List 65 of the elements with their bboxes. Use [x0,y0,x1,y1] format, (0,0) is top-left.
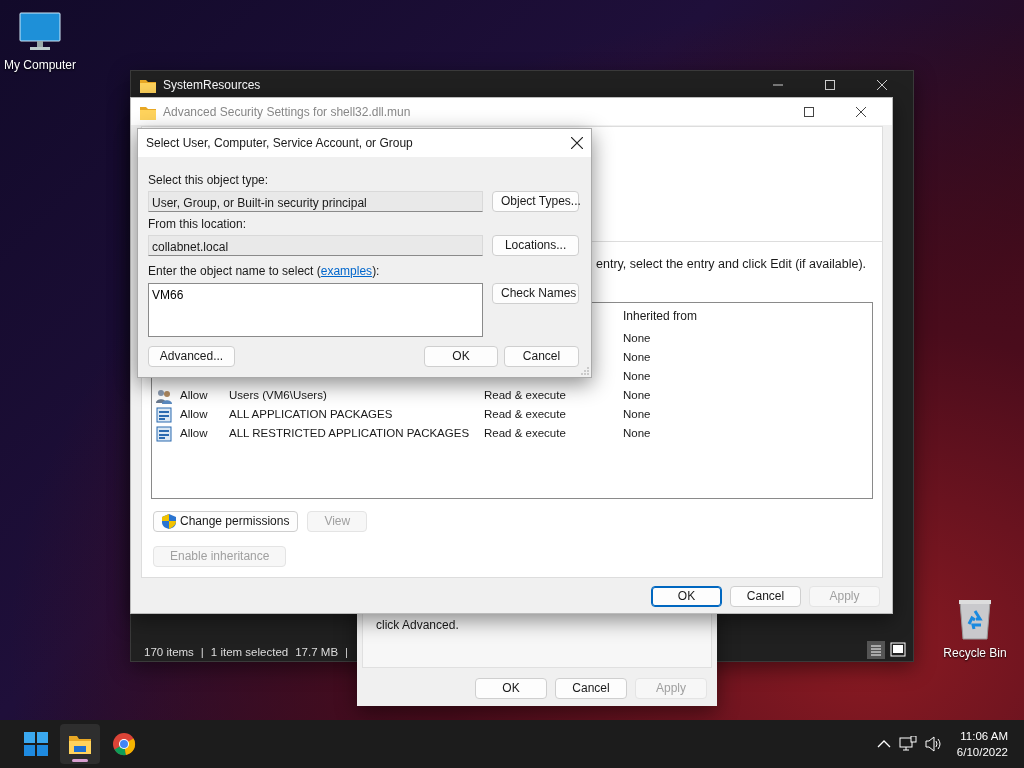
monitor-icon [18,12,62,52]
column-header: Inherited from [623,307,698,325]
permission-button[interactable]: Change permissions [153,511,299,532]
field-label: Select this object type: [148,172,270,189]
chevron-up-icon[interactable] [876,740,891,748]
field-label: Enter the object name to select (examples): [148,263,381,280]
table-cell: Allow [180,426,208,439]
package-icon [156,406,172,423]
dialog-button[interactable]: OK [475,678,547,699]
users-icon [156,387,172,404]
icon-label: My Computer [4,57,76,74]
table-cell: ALL RESTRICTED APPLICATION PACKAGES [229,426,470,439]
recycle-bin-icon [957,598,993,640]
table-cell: Read & execute [484,426,566,439]
close-icon[interactable] [571,137,583,149]
icon-label: Recycle Bin [943,645,1007,662]
field-label: From this location: [148,216,248,233]
status-text: | [200,645,204,660]
table-cell: Users (VM6\Users) [229,388,327,401]
dialog-button[interactable]: Object Types... [492,191,579,212]
instruction-text: click Advanced. [376,617,459,634]
window-title: Advanced Security Settings for shell32.dll.mun [163,103,412,121]
tiles-view-icon[interactable] [889,641,907,659]
status-text: 1 item selected [210,645,289,660]
dialog-button[interactable]: Advanced... [148,346,235,367]
dialog-title: Select User, Computer, Service Account, or Group [146,135,414,152]
dialog-button[interactable]: Cancel [555,678,627,699]
maximize-icon[interactable] [804,106,814,117]
window-title: SystemResources [163,76,262,94]
read-only-field: collabnet.local [148,235,484,256]
windows-logo-icon [24,732,48,756]
resize-grip-icon [581,367,589,375]
instruction-text: entry, select the entry and click Edit (if available). [596,256,867,273]
dialog-button[interactable]: Check Names [492,283,579,304]
browser-icon [112,732,136,756]
table-cell-text: None [623,368,651,384]
taskbar-app[interactable] [60,724,100,764]
dialog-button[interactable]: Locations... [492,235,579,256]
dialog-button[interactable]: OK [651,586,722,607]
examples-link[interactable]: examples [320,264,373,278]
status-text: 170 items [144,645,194,660]
network-icon[interactable] [898,736,917,752]
dialog-button[interactable]: Cancel [504,346,579,367]
table-cell: Allow [180,407,208,420]
dialog-button[interactable]: OK [424,346,498,367]
table-cell-text: None [623,387,651,403]
clock[interactable]: 11:06 AM 6/10/2022 [956,728,1008,760]
dialog-button[interactable]: Cancel [730,586,801,607]
table-cell: Read & execute [484,388,566,401]
table-cell-text: None [623,349,651,365]
status-text: 17.7 MB [295,645,339,660]
table-cell-text: None [623,330,651,346]
shield-icon [162,514,176,529]
object-name-field[interactable]: VM66 [148,283,483,337]
folder-icon [68,733,92,755]
close-icon[interactable] [856,106,866,117]
status-text: | [345,645,349,660]
volume-icon[interactable] [924,736,943,752]
table-cell: ALL APPLICATION PACKAGES [229,407,393,420]
read-only-field: User, Group, or Built-in security principal [148,191,483,212]
package-icon [156,425,172,442]
table-cell-text: None [623,406,651,422]
table-cell-text: None [623,425,651,441]
table-cell: Allow [180,388,208,401]
table-cell: Read & execute [484,407,566,420]
